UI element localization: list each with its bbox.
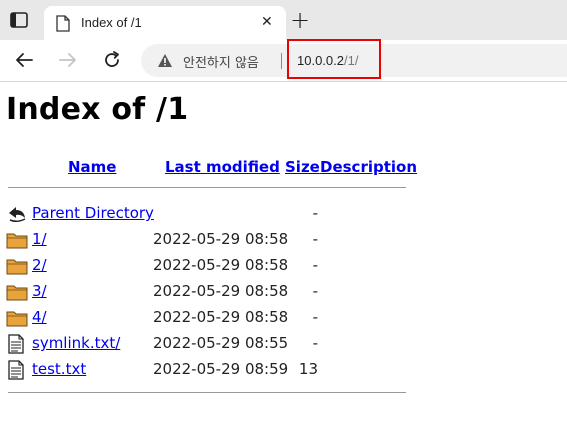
url-highlight-box: [287, 39, 381, 79]
folder-icon: [6, 233, 28, 249]
text-file-icon: [8, 334, 24, 354]
entry-link[interactable]: Parent Directory: [32, 204, 154, 222]
list-item: Parent Directory -: [6, 203, 416, 225]
entry-size: 13: [298, 360, 318, 378]
list-item: 3/ 2022-05-29 08:58 -: [6, 281, 416, 303]
entry-modified: 2022-05-29 08:58: [153, 256, 289, 274]
list-item: test.txt 2022-05-29 08:59 13: [6, 359, 416, 381]
page-content: Index of /1 Name Last modified Size Desc…: [0, 82, 567, 422]
entry-size: -: [312, 334, 318, 352]
list-item: 4/ 2022-05-29 08:58 -: [6, 307, 416, 329]
url-divider: [281, 53, 282, 69]
sort-by-name-link[interactable]: Name: [68, 158, 116, 176]
column-header-last-modified: Last modified: [165, 157, 280, 176]
entry-link[interactable]: 4/: [32, 308, 47, 326]
sort-by-last-modified-link[interactable]: Last modified: [165, 158, 280, 176]
back-icon[interactable]: [14, 50, 34, 70]
entry-size: -: [312, 308, 318, 326]
column-header-size: Size: [285, 157, 320, 176]
page-icon: [56, 15, 70, 32]
active-tab[interactable]: Index of /1 ✕: [44, 6, 286, 40]
back-arrow-icon: [9, 207, 26, 223]
entry-modified: 2022-05-29 08:58: [153, 308, 289, 326]
entry-modified: 2022-05-29 08:59: [153, 360, 289, 378]
list-item: 2/ 2022-05-29 08:58 -: [6, 255, 416, 277]
folder-icon: [6, 259, 28, 275]
footer-divider: [8, 392, 406, 393]
folder-icon: [6, 311, 28, 327]
sort-by-size-link[interactable]: Size: [285, 158, 320, 176]
toolbar: 안전하지 않음 10.0.0.2/1/: [0, 40, 567, 82]
text-file-icon: [8, 360, 24, 380]
entry-size: -: [312, 256, 318, 274]
list-item: 1/ 2022-05-29 08:58 -: [6, 229, 416, 251]
security-status[interactable]: 안전하지 않음: [183, 52, 259, 71]
new-tab-button[interactable]: +: [290, 8, 310, 32]
forward-icon[interactable]: [58, 50, 78, 70]
entry-link[interactable]: 3/: [32, 282, 47, 300]
tab-title: Index of /1: [81, 15, 142, 30]
entry-link[interactable]: test.txt: [32, 360, 86, 378]
column-header-description: Description: [320, 157, 417, 176]
entry-link[interactable]: 2/: [32, 256, 47, 274]
refresh-icon[interactable]: [102, 50, 122, 70]
entry-link[interactable]: symlink.txt/: [32, 334, 120, 352]
entry-size: -: [312, 282, 318, 300]
tab-close-icon[interactable]: ✕: [261, 14, 273, 30]
entry-modified: 2022-05-29 08:55: [153, 334, 289, 352]
header-divider: [8, 187, 406, 188]
tab-strip: Index of /1 ✕ +: [0, 0, 567, 40]
tab-actions-icon[interactable]: [10, 12, 28, 28]
entry-size: -: [312, 230, 318, 248]
column-header-name: Name: [68, 157, 116, 176]
warning-icon[interactable]: [157, 53, 173, 68]
list-item: symlink.txt/ 2022-05-29 08:55 -: [6, 333, 416, 355]
folder-icon: [6, 285, 28, 301]
entry-link[interactable]: 1/: [32, 230, 47, 248]
entry-modified: 2022-05-29 08:58: [153, 282, 289, 300]
sort-by-description-link[interactable]: Description: [320, 158, 417, 176]
page-title: Index of /1: [6, 92, 189, 127]
entry-size: -: [312, 204, 318, 222]
entry-modified: 2022-05-29 08:58: [153, 230, 289, 248]
